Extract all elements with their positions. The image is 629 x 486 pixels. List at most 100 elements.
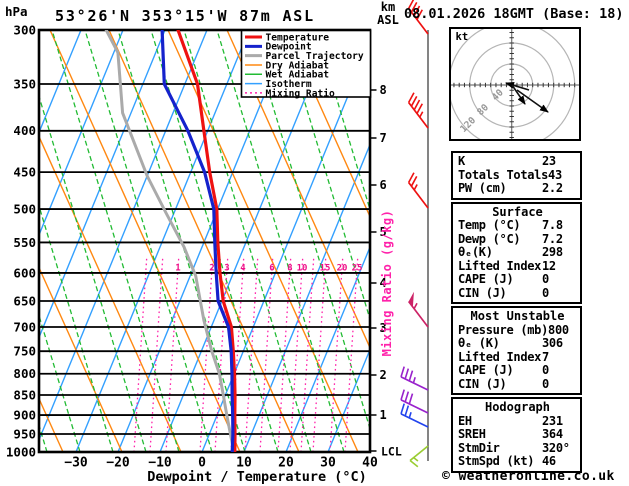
mixing-ratio-value-label: 20 xyxy=(337,264,348,274)
wet-adiabat-line xyxy=(84,30,213,452)
altitude-unit-label: km ASL xyxy=(372,1,404,27)
panel-row-value: 0 xyxy=(542,285,549,300)
panel-row-label: PW (cm) xyxy=(458,181,507,195)
pressure-tick-label: 600 xyxy=(13,265,36,280)
pressure-tick-label: 650 xyxy=(13,293,36,308)
panel-row: Lifted Index 12 xyxy=(458,259,577,274)
mixing-ratio-value-label: 15 xyxy=(320,264,331,274)
panel-row-value: 7 xyxy=(542,349,549,364)
panel-row-value: 0 xyxy=(542,363,549,377)
wet-adiabat-line xyxy=(0,30,14,452)
wind-barb xyxy=(409,445,429,468)
pressure-tick-label: 900 xyxy=(13,407,36,422)
km-tick-label: 7 xyxy=(380,131,387,145)
mixing-ratio-value-label: 3 xyxy=(224,264,229,274)
temperature-tick-label: −30 xyxy=(64,456,88,471)
panel-row: CAPE (J) 0 xyxy=(458,363,577,378)
panel-row-label: CAPE (J) xyxy=(458,363,514,377)
panel-row-label: CIN (J) xyxy=(458,376,507,391)
panel-box: Most Unstable Pressure (mb) 800 θₑ (K) 306 Li… xyxy=(451,306,582,395)
mixing-ratio-line xyxy=(133,257,148,452)
mixing-ratio-value-label: 4 xyxy=(240,264,246,274)
panel-box: Hodograph EH 231 SREH 364 StmDir 320° StmSpd (k… xyxy=(451,397,582,473)
mixing-ratio-value-label: 25 xyxy=(352,264,363,274)
panel-row-value: 364 xyxy=(542,427,563,441)
pressure-unit-label: hPa xyxy=(5,4,28,19)
panel-row-label: θₑ(K) xyxy=(458,245,493,259)
legend: TemperatureDewpointParcel TrajectoryDry … xyxy=(240,29,372,99)
pressure-tick-label: 800 xyxy=(13,366,36,381)
panel-row: Pressure (mb) 800 xyxy=(458,322,577,338)
hodograph-unit-label: kt xyxy=(456,31,469,43)
panel-row: Totals Totals 43 xyxy=(458,167,577,183)
wind-barb xyxy=(400,389,429,414)
km-tick-label: 1 xyxy=(380,408,387,422)
panel-row-value: 23 xyxy=(542,154,556,168)
panel-row: PW (cm) 2.2 xyxy=(458,181,577,196)
panel-row: θₑ (K) 306 xyxy=(458,336,577,351)
panel-row-label: Temp (°C) xyxy=(458,218,521,232)
isotherm-line xyxy=(39,30,82,135)
panel-row-label: Dewp (°C) xyxy=(458,231,521,246)
panel-row-value: 800 xyxy=(548,322,569,337)
panel-row: CIN (J) 0 xyxy=(458,376,577,392)
pressure-tick-label: 750 xyxy=(13,343,36,358)
pressure-tick-label: 1000 xyxy=(6,444,36,459)
altitude-unit-asl: ASL xyxy=(377,13,399,27)
panel-row: CAPE (J) 0 xyxy=(458,272,577,287)
mixing-ratio-value-label: 8 xyxy=(287,264,292,274)
panel-row: Temp (°C) 7.8 xyxy=(458,218,577,233)
panel-row-value: 298 xyxy=(542,245,563,259)
panel-row-value: 231 xyxy=(542,413,563,428)
panel-row-value: 7.2 xyxy=(542,231,563,246)
panel-row-label: StmSpd (kt) xyxy=(458,454,535,468)
panel-box: K 23 Totals Totals 43 PW (cm) 2.2 xyxy=(451,151,582,200)
pressure-tick-label: 850 xyxy=(13,387,36,402)
mixing-ratio-line xyxy=(289,257,304,452)
km-tick-label: 6 xyxy=(380,178,387,192)
panel-row: SREH 364 xyxy=(458,427,577,442)
panel-row-label: θₑ (K) xyxy=(458,336,500,350)
km-tick-label: 2 xyxy=(380,368,387,382)
panel-row: K 23 xyxy=(458,154,577,169)
panel-row-label: K xyxy=(458,154,465,168)
panel-row-value: 7.8 xyxy=(542,218,563,232)
panel-row-value: 320° xyxy=(542,440,570,455)
panel-row-label: SREH xyxy=(458,427,486,441)
pressure-tick-label: 400 xyxy=(13,123,36,138)
panel-row-label: CAPE (J) xyxy=(458,272,514,286)
wind-barb xyxy=(407,291,429,328)
station-title: 53°26'N 353°15'W 87m ASL xyxy=(55,7,315,25)
x-axis-title: Dewpoint / Temperature (°C) xyxy=(147,469,367,485)
wind-barb xyxy=(407,92,429,129)
mixing-ratio-line xyxy=(329,257,344,452)
mixing-ratio-axis-label: Mixing Ratio (g/kg) xyxy=(380,210,394,357)
mixing-ratio-line xyxy=(344,257,359,452)
mixing-ratio-value-label: 6 xyxy=(269,264,274,274)
panel-row-value: 43 xyxy=(548,167,562,182)
panel-row: StmDir 320° xyxy=(458,440,577,456)
panel-section-title: Most Unstable xyxy=(470,309,565,323)
panel-row-value: 0 xyxy=(542,272,549,286)
legend-item-label: Mixing Ratio xyxy=(266,87,336,99)
panel-row: EH 231 xyxy=(458,413,577,429)
wind-barb xyxy=(400,366,429,391)
panel-row-value: 306 xyxy=(542,336,563,350)
data-panel: K 23 Totals Totals 43 PW (cm) 2.2 Surface Temp … xyxy=(451,151,582,475)
pressure-tick-label: 500 xyxy=(13,201,36,216)
mixing-ratio-line xyxy=(149,257,164,452)
panel-row-label: CIN (J) xyxy=(458,285,507,300)
panel-row-value: 2.2 xyxy=(542,181,563,195)
hodograph: 4080120kt xyxy=(449,27,581,141)
sounding-page: 1 2 3 4 6 8 10 15 20 25 Temperature Dewpoint Parcel … xyxy=(0,0,629,486)
panel-row: Lifted Index 7 xyxy=(458,349,577,365)
panel-row-value: 46 xyxy=(542,454,556,468)
wet-adiabat-line xyxy=(51,30,180,452)
lcl-label: LCL xyxy=(381,445,402,459)
panel-row-label: EH xyxy=(458,413,472,428)
panel-row: θₑ(K) 298 xyxy=(458,245,577,260)
run-date: 08.01.2026 18GMT (Base: 18) xyxy=(404,6,624,22)
dry-adiabat-line xyxy=(0,30,4,452)
panel-section-title: Hodograph xyxy=(484,400,551,414)
pressure-tick-label: 450 xyxy=(13,164,36,179)
